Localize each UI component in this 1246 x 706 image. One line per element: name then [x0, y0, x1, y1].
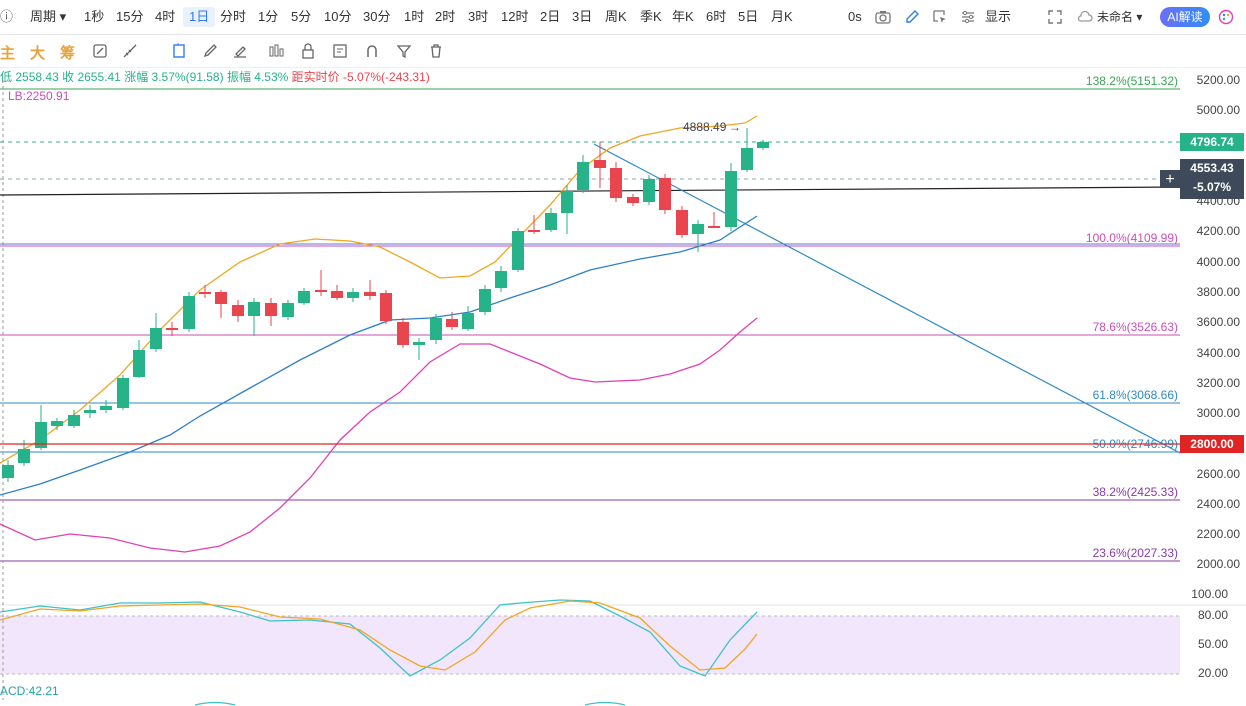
- candle-body: [2, 465, 14, 478]
- price-tick: 5000.00: [1197, 103, 1241, 117]
- price-tick: 2200.00: [1197, 527, 1241, 541]
- candle-body: [495, 271, 507, 288]
- osc-tick: 80.00: [1198, 608, 1228, 622]
- fib-label: 61.8%(3068.66): [1093, 388, 1178, 402]
- price-tick: 3000.00: [1197, 406, 1241, 420]
- kline-chart[interactable]: 138.2%(5151.32) 100.0%(4109.99) 78.6%(3526…: [0, 0, 1246, 706]
- candle-body: [462, 313, 474, 329]
- candle-body: [133, 350, 145, 377]
- price-tick: 2000.00: [1197, 557, 1241, 571]
- candle-body: [199, 292, 211, 294]
- candle-body: [183, 296, 195, 329]
- price-tick: 3200.00: [1197, 376, 1241, 390]
- candle-body: [594, 160, 606, 168]
- blue-trendline: [593, 143, 1181, 454]
- candle-body: [659, 178, 671, 210]
- candle-body: [545, 213, 557, 230]
- candle-body: [84, 410, 96, 413]
- ma-long-line: [0, 215, 758, 496]
- candle-body: [397, 322, 409, 345]
- candle-body: [528, 230, 540, 232]
- candle-body: [446, 319, 458, 327]
- candle-body: [610, 168, 622, 198]
- candle-body: [692, 224, 704, 234]
- candle-body: [331, 291, 343, 298]
- candle-body: [150, 328, 162, 349]
- plus-icon[interactable]: +: [1165, 171, 1174, 188]
- candle-body: [627, 197, 639, 203]
- candle-body: [117, 378, 129, 408]
- candle-body: [166, 328, 178, 330]
- fib-label: 23.6%(2027.33): [1093, 546, 1178, 560]
- ma-pink-line: [0, 317, 758, 553]
- price-tick: 4000.00: [1197, 255, 1241, 269]
- osc-tick: 100.00: [1191, 587, 1228, 601]
- candle-body: [561, 191, 573, 213]
- price-tick: 3600.00: [1197, 315, 1241, 329]
- fib-label: 78.6%(3526.63): [1093, 320, 1178, 334]
- candle-body: [215, 292, 227, 304]
- candle-body: [100, 406, 112, 410]
- price-tick: 5200.00: [1197, 73, 1241, 87]
- candle-body: [282, 303, 294, 317]
- candle-body: [413, 342, 425, 345]
- candle-body: [364, 292, 376, 296]
- candle-body: [430, 318, 442, 340]
- candle-body: [380, 293, 392, 321]
- candle-body: [479, 289, 491, 312]
- crosshair-price-text: 4553.43: [1190, 161, 1234, 175]
- price-tick: 3800.00: [1197, 285, 1241, 299]
- acd-label: ACD:42.21: [0, 684, 59, 698]
- osc-tick: 50.00: [1198, 637, 1228, 651]
- candle-body: [315, 290, 327, 292]
- candle-body: [18, 449, 30, 463]
- high-annotation: 4888.49: [683, 120, 727, 134]
- price-tick: 4200.00: [1197, 224, 1241, 238]
- candle-body: [512, 231, 524, 270]
- candle-body: [68, 415, 80, 426]
- fib-label: 38.2%(2425.33): [1093, 485, 1178, 499]
- fib-label: 138.2%(5151.32): [1086, 74, 1178, 88]
- candle-body: [643, 179, 655, 202]
- fib-label: 100.0%(4109.99): [1086, 231, 1178, 245]
- oscillator-band: [0, 616, 1180, 674]
- candle-body: [51, 421, 63, 426]
- osc-tick: 20.00: [1198, 666, 1228, 680]
- crosshair-pct-text: -5.07%: [1193, 180, 1231, 194]
- candle-body: [248, 302, 260, 316]
- red-price-text: 2800.00: [1190, 437, 1234, 451]
- candle-body: [577, 162, 589, 190]
- price-tick: 3400.00: [1197, 346, 1241, 360]
- price-tick: 2400.00: [1197, 497, 1241, 511]
- price-tick: 2600.00: [1197, 467, 1241, 481]
- candle-body: [347, 292, 359, 298]
- acd-line: [194, 701, 626, 706]
- candle-body: [676, 210, 688, 235]
- ma-short-line: [0, 115, 758, 464]
- arrow-glyph: →: [729, 120, 741, 134]
- candle-body: [725, 171, 737, 227]
- current-price-text: 4796.74: [1190, 135, 1234, 149]
- black-trendline: [0, 186, 1181, 196]
- candle-body: [298, 291, 310, 303]
- candle-body: [741, 148, 753, 170]
- candle-body: [265, 303, 277, 316]
- candle-body: [757, 142, 769, 148]
- candle-body: [708, 226, 720, 228]
- candle-body: [232, 305, 244, 316]
